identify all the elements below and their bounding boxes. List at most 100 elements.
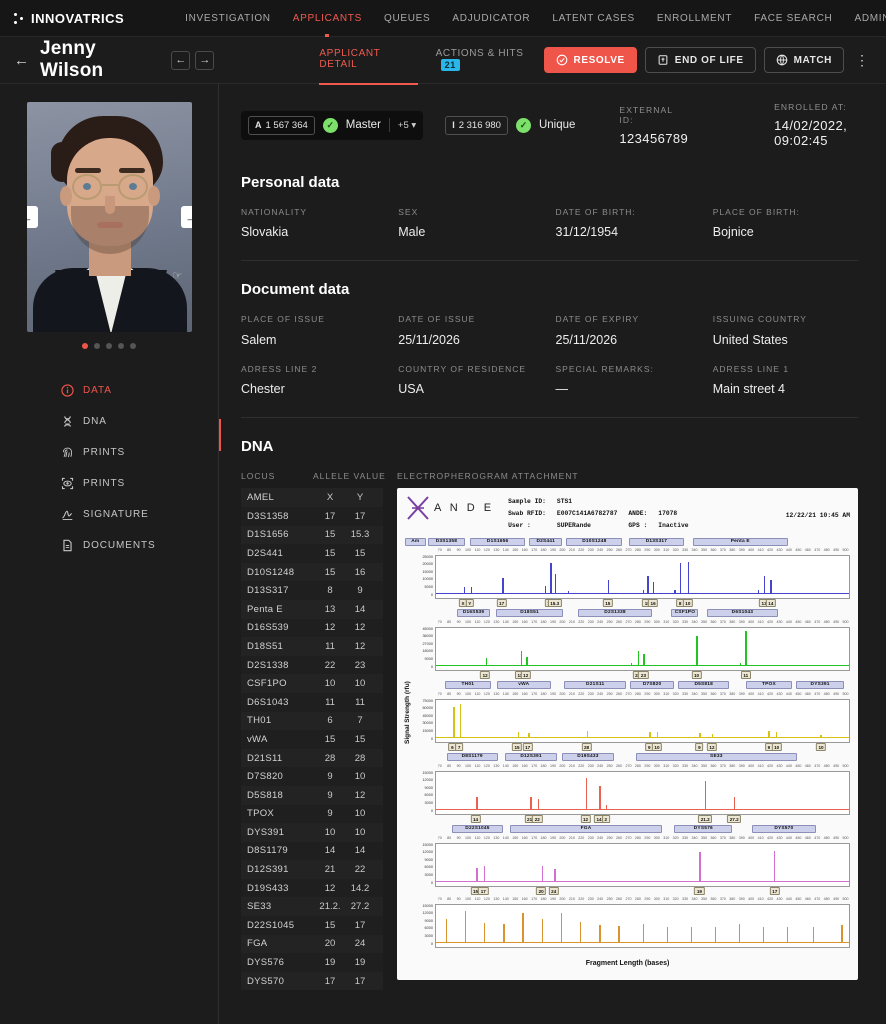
locus-name: DYS570 [247, 976, 315, 987]
nav-item-queues[interactable]: QUEUES [373, 13, 441, 24]
y-tick-label: 5000 [425, 585, 433, 589]
field-value: USA [398, 382, 543, 396]
x-tick-label: 120 [482, 764, 491, 771]
allele-2-value: 14.2 [345, 883, 375, 894]
electropherogram-metadata: Sample ID: STS1 Swab RFID: E007C141A6782… [506, 495, 699, 532]
peak [699, 852, 700, 882]
x-tick-label: 80 [444, 548, 453, 555]
back-arrow-icon[interactable]: ← [14, 52, 29, 69]
locus-bar: SE33 [636, 753, 797, 761]
side-menu-item-signature-4[interactable]: SIGNATURE [60, 499, 218, 530]
tab-applicant-detail[interactable]: APPLICANT DETAIL [319, 35, 417, 85]
electropherogram-attachment[interactable]: A N D E Sample ID: STS1 Swab RFID: E007C… [397, 488, 858, 980]
x-tick-label: 350 [699, 620, 708, 627]
locus-bar: vWA [497, 681, 551, 689]
x-tick-label: 130 [492, 836, 501, 843]
x-tick-label: 390 [737, 764, 746, 771]
y-tick-label: 20000 [422, 562, 433, 566]
side-menu-item-prints-3[interactable]: PRINTS [60, 468, 218, 499]
plot-row: 0900018000270003600045000 [405, 627, 850, 671]
x-tick-label: 350 [699, 836, 708, 843]
nav-item-applicants[interactable]: APPLICANTS [282, 13, 373, 24]
fingerprint-icon [60, 446, 74, 460]
nav-item-investigation[interactable]: INVESTIGATION [174, 13, 282, 24]
x-tick-label: 320 [671, 897, 680, 904]
col-header-attachment: ELECTROPHEROGRAM ATTACHMENT [397, 471, 579, 481]
master-id-pill[interactable]: A 1 567 364 [248, 116, 315, 135]
photo-ear-right [148, 186, 160, 206]
locus-bar: D18S51 [496, 609, 564, 617]
x-tick-label: 100 [463, 692, 472, 699]
enrolled-at-value: 14/02/2022, 09:02:45 [774, 118, 858, 148]
x-tick-label: 420 [765, 620, 774, 627]
peak [680, 563, 681, 593]
peak [486, 658, 487, 666]
carousel-dot[interactable] [82, 343, 88, 349]
locus-name: AMEL [247, 492, 315, 503]
x-tick-label: 360 [709, 692, 718, 699]
x-tick-label: 200 [558, 764, 567, 771]
x-tick-label: 320 [671, 764, 680, 771]
locus-name: FGA [247, 938, 315, 949]
prev-record-button[interactable]: ← [171, 51, 190, 70]
side-menu-item-dna-1[interactable]: DNA [60, 406, 218, 437]
nav-item-face-search[interactable]: FACE SEARCH [743, 13, 843, 24]
side-menu-label: PRINTS [83, 478, 125, 489]
match-button[interactable]: MATCH [764, 47, 844, 73]
x-tick-label: 360 [709, 764, 718, 771]
hits-count-badge: 21 [441, 59, 460, 71]
x-tick-label: 390 [737, 897, 746, 904]
x-tick-label: 340 [690, 548, 699, 555]
end-of-life-button[interactable]: END OF LIFE [645, 47, 756, 73]
x-tick-label: 150 [511, 692, 520, 699]
locus-name: D12S391 [247, 864, 315, 875]
nav-item-administration[interactable]: ADMINISTRATION [843, 13, 886, 24]
locus-bar: TH01 [445, 681, 491, 689]
unique-id-pill[interactable]: I 2 316 980 [445, 116, 508, 135]
side-menu-item-prints-2[interactable]: PRINTS [60, 437, 218, 468]
allele-1-value: 17 [315, 976, 345, 987]
y-tick-label: 45000 [422, 714, 433, 718]
x-tick-label: 120 [482, 692, 491, 699]
x-tick-label: 300 [652, 548, 661, 555]
more-options-icon[interactable]: ⋮ [852, 52, 872, 69]
allele-tag: 10 [771, 743, 781, 751]
field-value: United States [713, 333, 858, 347]
iris-scan-icon [60, 477, 74, 491]
x-tick-label: 280 [633, 692, 642, 699]
locus-bar: D16S539 [457, 609, 490, 617]
dna-title: DNA [241, 438, 858, 455]
carousel-dot[interactable] [106, 343, 112, 349]
y-tick-label: 9000 [425, 919, 433, 923]
peak [476, 868, 477, 882]
x-tick-label: 110 [473, 692, 482, 699]
peak [608, 580, 609, 593]
x-tick-label: 190 [548, 620, 557, 627]
plot-row: 03000600090001200015000 [405, 771, 850, 815]
peak [606, 805, 607, 810]
nav-item-latent-cases[interactable]: LATENT CASES [541, 13, 646, 24]
next-record-button[interactable]: → [195, 51, 214, 70]
side-menu-item-data-0[interactable]: DATA [60, 375, 218, 406]
x-tick-label: 330 [680, 548, 689, 555]
x-tick-label: 120 [482, 548, 491, 555]
x-tick-label: 350 [699, 897, 708, 904]
side-menu-item-documents-5[interactable]: DOCUMENTS [60, 530, 218, 561]
gps-label: GPS : [628, 521, 656, 531]
photo-next-button[interactable]: → [181, 206, 192, 228]
field-place-of-issue: PLACE OF ISSUESalem [241, 314, 386, 346]
master-more-dropdown[interactable]: +5 ▾ [398, 120, 416, 131]
y-tick-label: 3000 [425, 934, 433, 938]
header-actions: RESOLVE END OF LIFE MATCH ⋮ [544, 47, 872, 73]
carousel-dot[interactable] [130, 343, 136, 349]
resolve-button[interactable]: RESOLVE [544, 47, 637, 73]
carousel-dot[interactable] [94, 343, 100, 349]
photo-prev-button[interactable]: ← [27, 206, 38, 228]
locus-name: DYS576 [247, 957, 315, 968]
tab-actions-hits[interactable]: ACTIONS & HITS21 [436, 35, 544, 86]
allele-1-value: 8 [315, 585, 345, 596]
nav-item-enrollment[interactable]: ENROLLMENT [646, 13, 743, 24]
nav-item-adjudicator[interactable]: ADJUDICATOR [441, 13, 541, 24]
allele-tag-row: XY171515.31515168101314 [405, 599, 850, 608]
carousel-dot[interactable] [118, 343, 124, 349]
